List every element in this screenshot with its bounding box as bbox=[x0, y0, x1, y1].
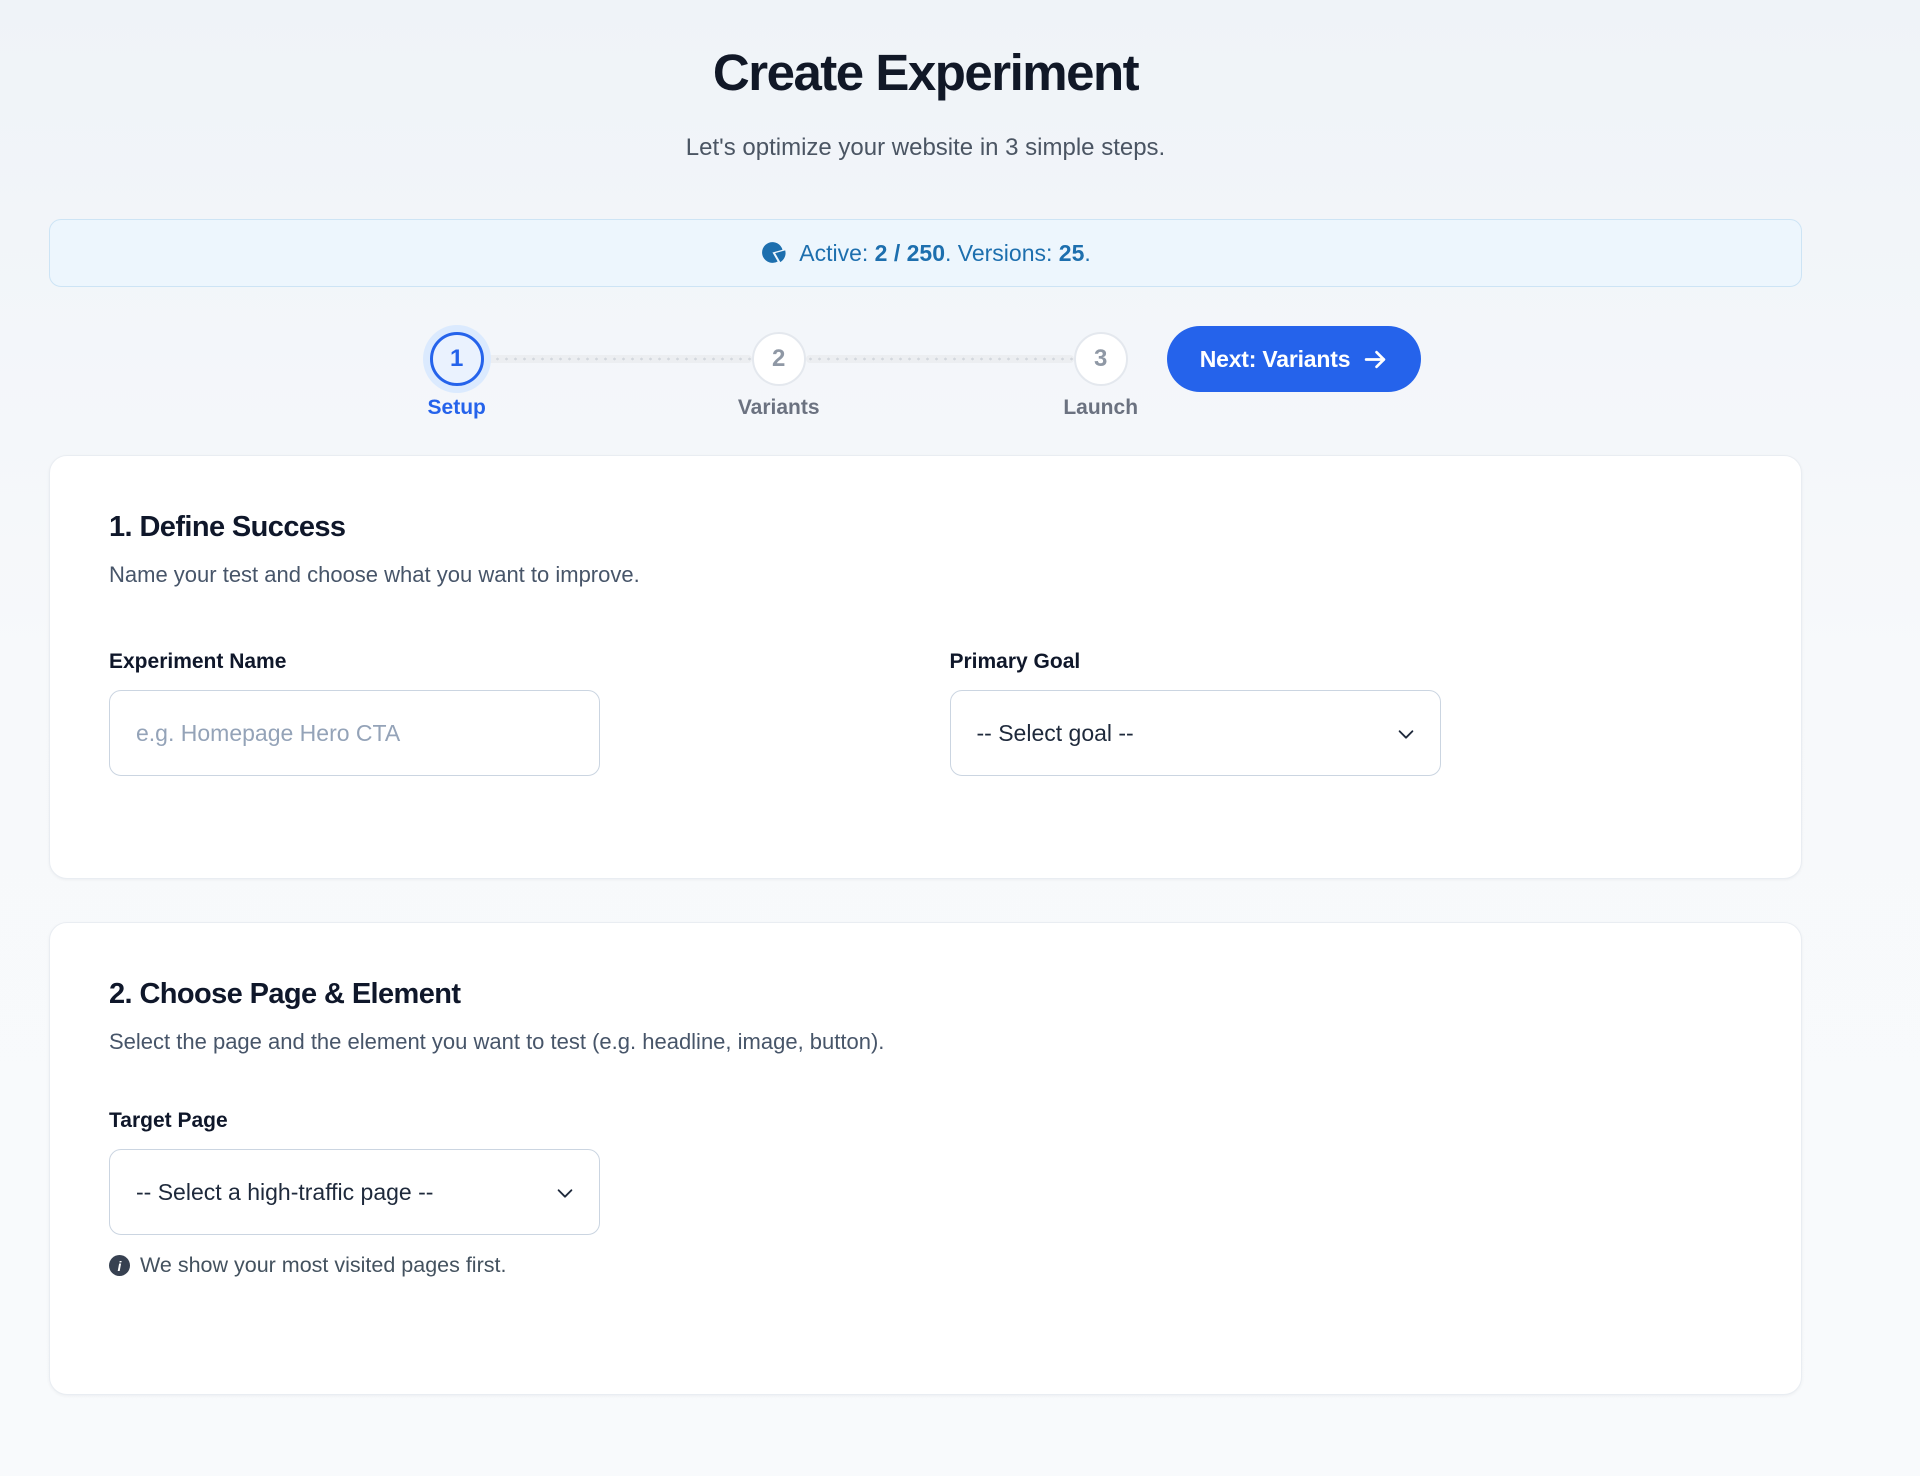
define-success-title: 1. Define Success bbox=[109, 508, 1742, 546]
step-setup-circle: 1 bbox=[430, 332, 484, 386]
choose-page-card: 2. Choose Page & Element Select the page… bbox=[49, 922, 1802, 1395]
step-connector bbox=[806, 355, 1074, 363]
primary-goal-select-wrap: -- Select goal -- bbox=[950, 690, 1441, 776]
step-variants-circle: 2 bbox=[752, 332, 806, 386]
step-launch-label: Launch bbox=[1063, 396, 1138, 420]
info-icon: i bbox=[109, 1255, 130, 1276]
next-variants-button-label: Next: Variants bbox=[1200, 346, 1351, 373]
target-page-label: Target Page bbox=[109, 1109, 600, 1133]
primary-goal-select[interactable]: -- Select goal -- bbox=[950, 690, 1441, 776]
target-page-hint-text: We show your most visited pages first. bbox=[140, 1253, 506, 1278]
experiment-name-label: Experiment Name bbox=[109, 650, 902, 674]
usage-banner: Active: 2 / 250. Versions: 25. bbox=[49, 219, 1802, 287]
step-variants-label: Variants bbox=[738, 396, 820, 420]
primary-goal-field-group: Primary Goal -- Select goal -- bbox=[950, 650, 1743, 776]
choose-page-description: Select the page and the element you want… bbox=[109, 1027, 1742, 1057]
step-variants: 2 Variants bbox=[752, 332, 806, 386]
step-connector bbox=[484, 355, 752, 363]
target-page-select-wrap: -- Select a high-traffic page -- bbox=[109, 1149, 600, 1235]
page-subtitle: Let's optimize your website in 3 simple … bbox=[49, 131, 1802, 165]
stepper: 1 Setup 2 Variants 3 Launch Next: Varian… bbox=[49, 332, 1802, 392]
target-page-hint: i We show your most visited pages first. bbox=[109, 1253, 600, 1278]
choose-page-title: 2. Choose Page & Element bbox=[109, 975, 1742, 1013]
experiment-name-input[interactable] bbox=[109, 690, 600, 776]
define-success-fields: Experiment Name Primary Goal -- Select g… bbox=[109, 650, 1742, 776]
page-title: Create Experiment bbox=[49, 42, 1802, 103]
define-success-description: Name your test and choose what you want … bbox=[109, 560, 1742, 590]
create-experiment-page: Create Experiment Let's optimize your we… bbox=[49, 0, 1802, 1395]
step-launch-circle: 3 bbox=[1074, 332, 1128, 386]
experiment-name-field-group: Experiment Name bbox=[109, 650, 902, 776]
step-setup-label: Setup bbox=[428, 396, 486, 420]
pie-chart-icon bbox=[760, 240, 787, 267]
target-page-field-group: Target Page -- Select a high-traffic pag… bbox=[109, 1109, 600, 1278]
usage-banner-text: Active: 2 / 250. Versions: 25. bbox=[799, 240, 1091, 267]
step-launch: 3 Launch bbox=[1074, 332, 1128, 386]
target-page-select[interactable]: -- Select a high-traffic page -- bbox=[109, 1149, 600, 1235]
primary-goal-label: Primary Goal bbox=[950, 650, 1743, 674]
define-success-card: 1. Define Success Name your test and cho… bbox=[49, 455, 1802, 879]
step-setup: 1 Setup bbox=[430, 332, 484, 386]
arrow-right-icon bbox=[1363, 347, 1388, 372]
next-variants-button[interactable]: Next: Variants bbox=[1167, 326, 1422, 392]
